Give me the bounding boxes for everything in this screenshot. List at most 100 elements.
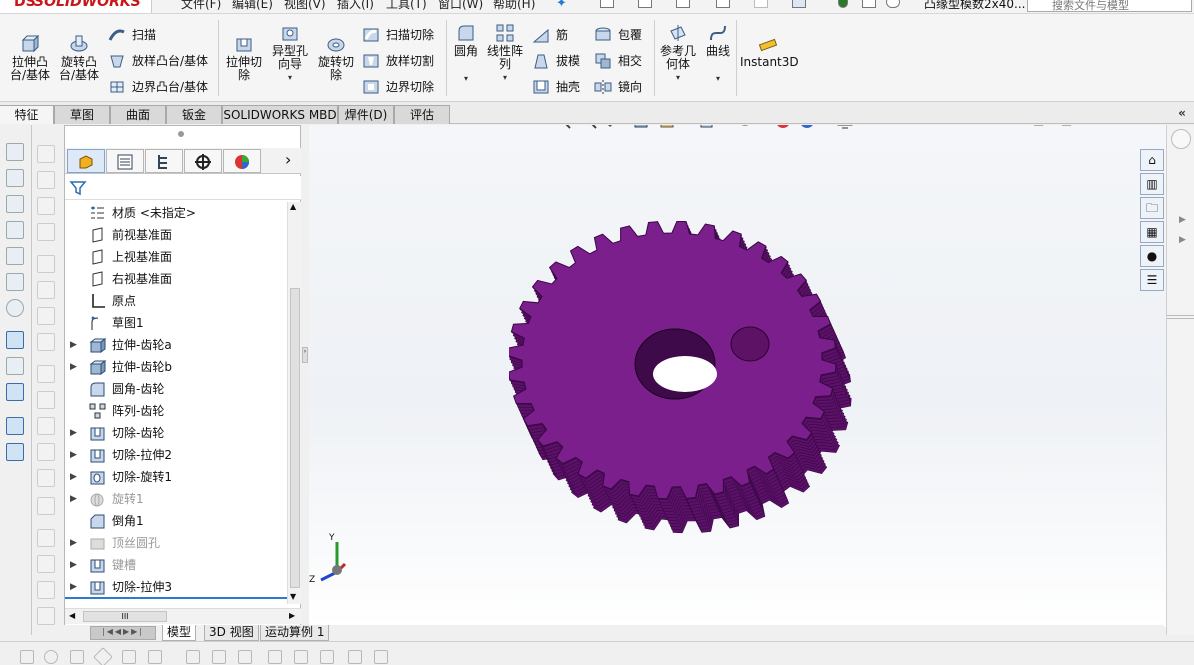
boundary-cut-button[interactable]: 边界切除 [362,77,434,97]
reference-geometry-button[interactable]: 参考几 何体 ▾ [658,23,698,84]
tree-item[interactable]: ▶ 切除-拉伸2 [65,444,287,466]
tool-strip-icon[interactable] [37,469,55,487]
select-cursor-icon[interactable] [792,0,806,8]
swept-cut-button[interactable]: 扫描切除 [362,25,434,45]
chevron-right-icon[interactable]: › [285,150,291,169]
tree-item[interactable]: ▶ 切除-齿轮 [65,422,287,444]
tree-item[interactable]: 原点 [65,290,287,312]
expand-arrow-icon[interactable]: ▶ [70,422,77,444]
previous-view-icon[interactable] [606,125,624,130]
expand-arrow-icon[interactable]: ▶ [70,356,77,378]
tool-strip-icon[interactable] [6,221,24,239]
new-document-icon[interactable] [600,0,614,8]
revolve-cut-button[interactable]: 旋转切 除 [314,34,358,82]
tool-strip-icon[interactable] [37,391,55,409]
tree-item[interactable]: 右视基准面 [65,268,287,290]
mirror-button[interactable]: 镜向 [594,77,642,97]
scrollbar-thumb[interactable] [290,288,300,588]
tab-3d-views[interactable]: 3D 视图 [204,625,259,641]
extrude-cut-button[interactable]: 拉伸切 除 [222,34,266,82]
extrude-boss-button[interactable]: 拉伸凸 台/基体 [8,34,52,82]
scrollbar-thumb[interactable]: III [83,611,167,622]
splitter-handle-icon[interactable]: › [302,347,308,363]
expand-arrow-icon[interactable]: ▶ [70,554,77,576]
tool-strip-icon[interactable] [6,331,24,349]
expand-arrow-icon[interactable]: ▶ [70,466,77,488]
tree-item[interactable]: 草图1 [65,312,287,334]
view-settings-icon[interactable] [836,125,854,130]
tab-sketch[interactable]: 草图 [54,105,110,124]
tree-item[interactable]: ▶ 键槽 [65,554,287,576]
tool-strip-icon[interactable] [37,145,55,163]
tool-strip-icon[interactable] [37,307,55,325]
tree-filter[interactable] [65,176,301,200]
tree-item[interactable]: 材质 <未指定> [65,202,287,224]
file-explorer-icon[interactable]: 🗀 [1140,197,1164,219]
tab-features[interactable]: 特征 [0,105,54,124]
rebuild-icon[interactable] [638,0,652,8]
gear-model[interactable] [509,221,869,561]
feature-tree-tab-icon[interactable] [67,149,105,173]
collapse-chevron-icon[interactable]: « [1171,103,1193,123]
tree-item[interactable]: 前视基准面 [65,224,287,246]
expand-arrow-icon[interactable]: ▶ [70,444,77,466]
loft-boss-button[interactable]: 放样凸台/基体 [108,51,208,71]
minimize-icon[interactable]: — [1089,125,1101,127]
menu-window[interactable]: 窗口(W) [438,0,483,12]
next-pane-icon[interactable]: ◨ [1061,125,1072,127]
lofted-cut-button[interactable]: 放样切割 [362,51,434,71]
section-view-icon[interactable] [632,125,650,130]
tool-strip-icon[interactable] [37,607,55,625]
tree-item[interactable]: ▶ 切除-拉伸3 [65,576,287,598]
tool-strip-icon[interactable] [37,223,55,241]
hide-show-items-icon[interactable] [736,125,754,130]
zoom-to-fit-icon[interactable] [554,125,572,130]
dropdown-arrow-icon[interactable]: ▾ [484,71,526,84]
tool-strip-icon[interactable] [37,555,55,573]
curves-button[interactable]: 曲线 ▾ [702,23,734,85]
tree-item[interactable]: ▶ 切除-旋转1 [65,466,287,488]
tree-item[interactable]: ▶ 拉伸-齿轮a [65,334,287,356]
dynamic-annotation-icon[interactable] [658,125,676,130]
trim-tool-icon[interactable] [148,650,162,664]
intersect-button[interactable]: 相交 [594,51,642,71]
boundary-boss-button[interactable]: 边界凸台/基体 [108,77,208,97]
sketch-tool-icon[interactable] [294,650,308,664]
rib-button[interactable]: 筋 [532,25,568,45]
expand-arrow-icon[interactable]: ▶ [1179,235,1186,245]
hole-wizard-button[interactable]: 异型孔 向导 ▾ [268,23,312,84]
scroll-left-arrow-icon[interactable]: ◀ [69,611,75,620]
traffic-light-icon[interactable] [838,0,848,8]
restore-icon[interactable]: ❐ [1113,125,1124,127]
revolve-boss-button[interactable]: 旋转凸 台/基体 [56,34,102,82]
sketch-tool-icon[interactable] [238,650,252,664]
display-manager-tab-icon[interactable] [223,149,261,173]
set-screw-hole[interactable] [730,326,770,362]
edit-appearance-icon[interactable] [774,125,792,130]
search-input[interactable]: 搜索文件与模型 [1027,0,1192,12]
expand-arrow-icon[interactable]: ▶ [70,532,77,554]
menu-file[interactable]: 文件(F) [181,0,221,12]
circle-tool-icon[interactable] [44,650,58,664]
tree-item[interactable]: ▶ 旋转1 [65,488,287,510]
view-palette-icon[interactable]: ▦ [1140,221,1164,243]
tool-strip-icon[interactable] [37,255,55,273]
pin-icon[interactable]: ✦ [556,0,567,11]
sketch-tool-icon[interactable] [320,650,334,664]
arc-tool-icon[interactable] [122,650,136,664]
dropdown-arrow-icon[interactable]: ▾ [658,71,698,84]
design-library-icon[interactable]: ▥ [1140,173,1164,195]
scroll-down-arrow-icon[interactable]: ▼ [290,592,296,601]
tool-strip-icon[interactable] [6,143,24,161]
tool-strip-icon[interactable] [37,529,55,547]
expand-arrow-icon[interactable]: ▶ [1179,215,1186,225]
tree-vertical-scrollbar[interactable]: ▲ ▼ [287,202,301,604]
menu-tools[interactable]: 工具(T) [386,0,427,12]
close-icon[interactable]: ✕ [1137,125,1149,128]
grid-icon[interactable] [348,650,362,664]
menu-view[interactable]: 视图(V) [284,0,326,12]
tree-item[interactable]: 倒角1 [65,510,287,532]
previous-pane-icon[interactable]: ◧ [1033,125,1044,127]
view-orientation-icon[interactable] [698,125,716,130]
scroll-right-arrow-icon[interactable]: ▶ [289,611,295,620]
